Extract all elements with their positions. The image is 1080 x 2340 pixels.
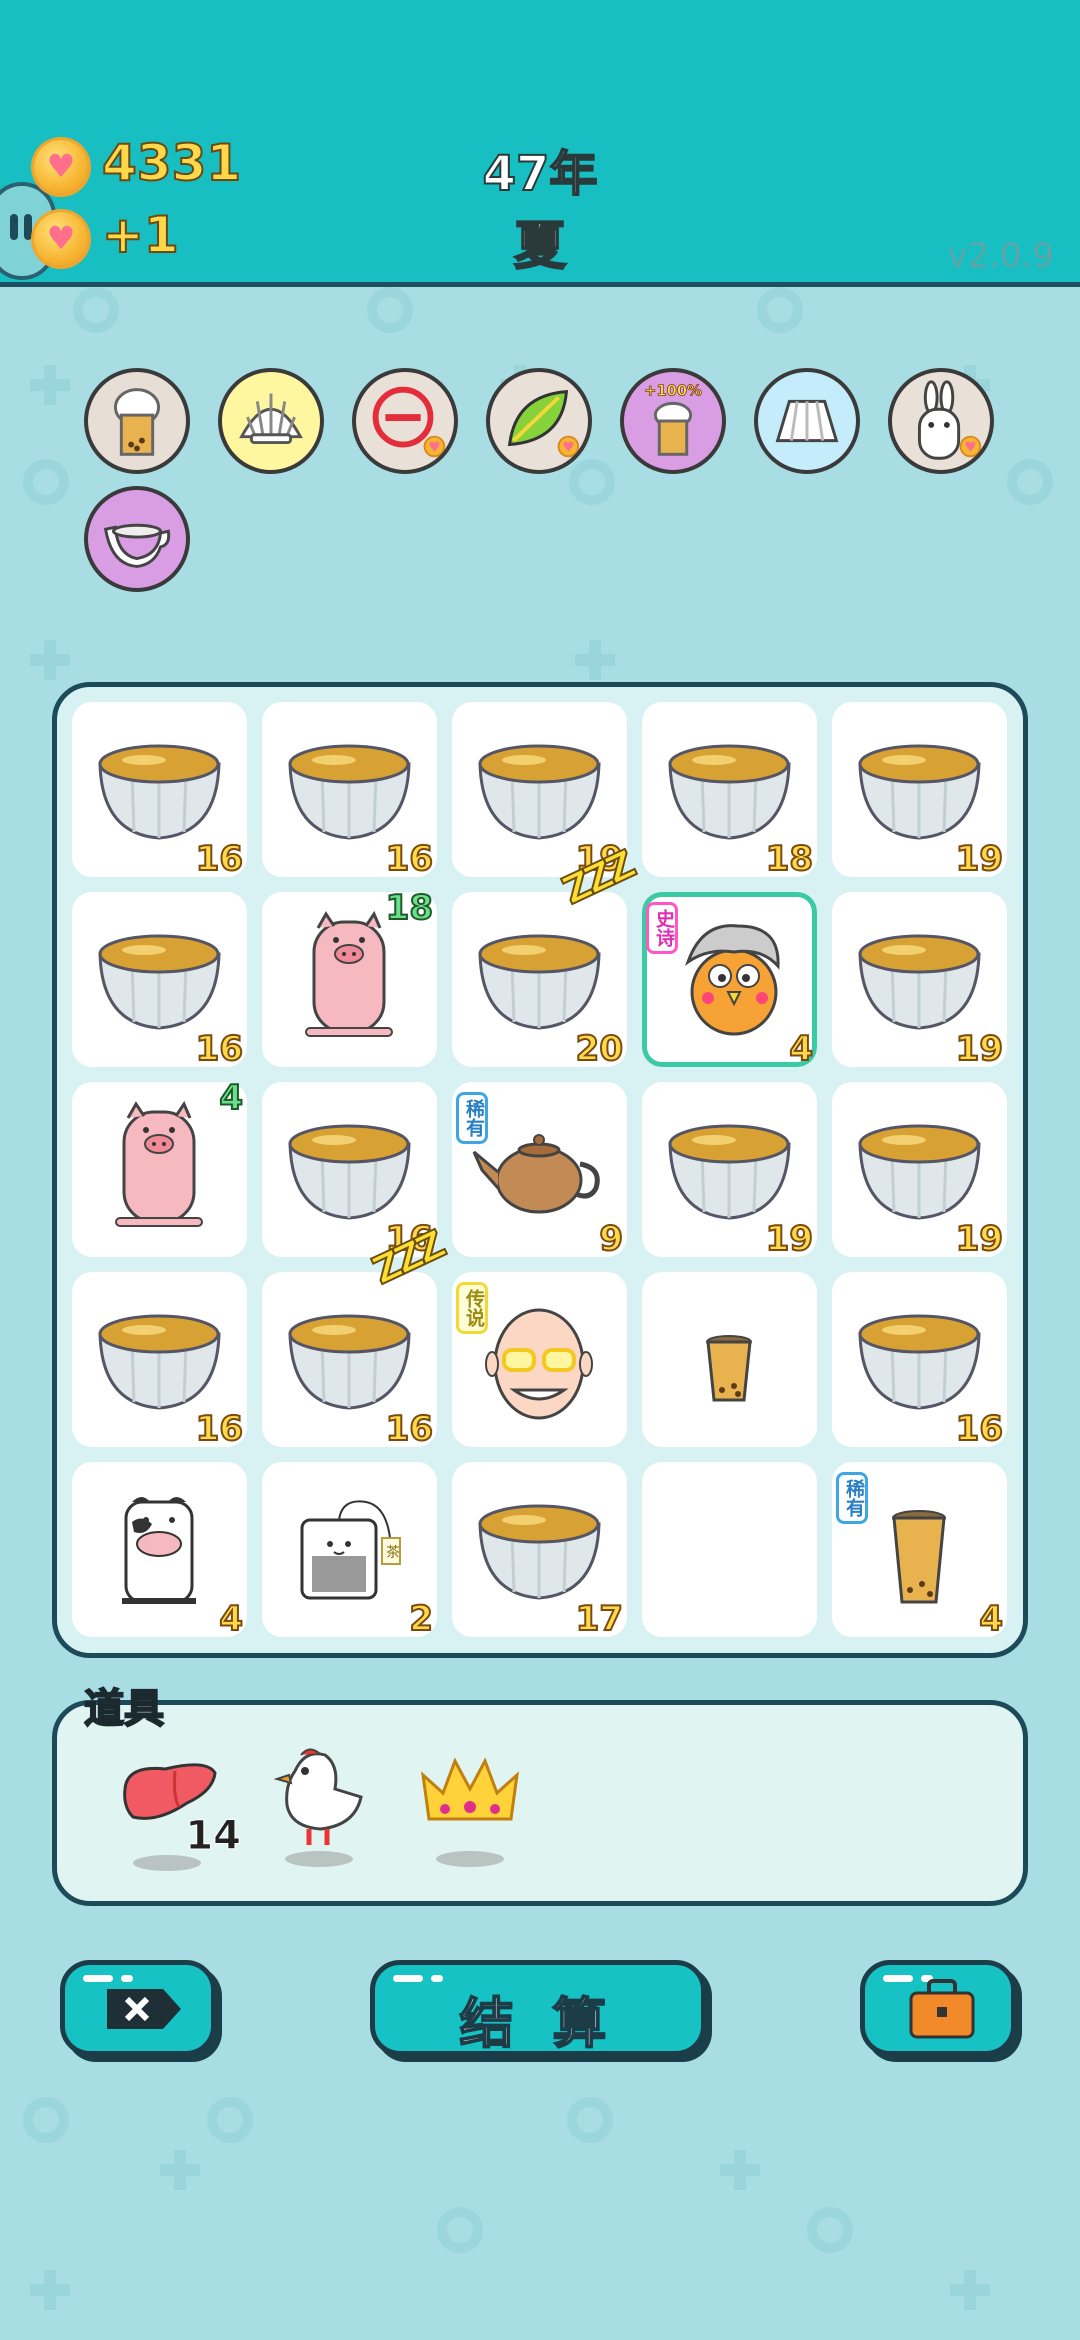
close-icon (107, 1989, 181, 2029)
board-cell[interactable]: 传说 (452, 1272, 627, 1447)
bubble-tea-cup-buff-icon[interactable] (84, 368, 190, 474)
props-title: 道具 (83, 1685, 165, 1733)
top-bar: 4331 +1 47年 夏 v2.0.9 (0, 0, 1080, 287)
board-cell[interactable]: 稀有 4 (832, 1462, 1007, 1640)
rabbit-buff-icon[interactable]: ♥ (888, 368, 994, 474)
cell-value: 18 (385, 887, 434, 929)
close-button[interactable] (60, 1960, 216, 2056)
settle-button[interactable]: 结 算 (370, 1960, 706, 2056)
settle-label: 结 算 (459, 1991, 617, 2056)
board-cell[interactable] (642, 1462, 817, 1637)
board-cell[interactable] (642, 1272, 817, 1447)
svg-text:♥: ♥ (428, 439, 440, 455)
minus-buff-icon[interactable]: ♥ (352, 368, 458, 474)
props-panel: 14 (52, 1700, 1028, 1906)
board-cell[interactable]: 16 (72, 1272, 247, 1450)
board-cell[interactable]: 19 (832, 702, 1007, 880)
board-cell[interactable]: 18 (642, 702, 817, 880)
briefcase-button[interactable] (860, 1960, 1016, 2056)
cell-value: 19 (955, 1218, 1004, 1260)
tea-bag-label: 茶 (386, 1545, 400, 1561)
crown-icon[interactable] (415, 1741, 525, 1871)
briefcase-icon (909, 1979, 975, 2039)
cell-value: 16 (195, 838, 244, 880)
board-cell[interactable]: 16 (832, 1272, 1007, 1450)
cell-value: 4 (218, 1598, 244, 1640)
skirt-buff-icon[interactable] (754, 368, 860, 474)
board-cell[interactable]: 4 (72, 1462, 247, 1640)
board-cell[interactable]: 4 (72, 1077, 247, 1257)
board-cell[interactable]: 16 (72, 892, 247, 1070)
cell-value: 16 (955, 1408, 1004, 1450)
board-cell[interactable]: ZZZ 16 (262, 1222, 450, 1450)
svg-text:♥: ♥ (562, 439, 574, 455)
cell-value: 17 (575, 1598, 624, 1640)
board-cell[interactable]: 19 (642, 1082, 817, 1260)
year-label: 47年 (482, 145, 599, 203)
version-label: v2.0.9 (947, 236, 1054, 276)
leaf-buff-icon[interactable]: ♥ (486, 368, 592, 474)
board-cell[interactable]: 茶2 (262, 1462, 437, 1640)
rarity-tag: 稀有 (836, 1472, 868, 1524)
board-cell[interactable]: 17 (452, 1462, 627, 1640)
cell-value: 9 (598, 1218, 624, 1260)
rarity-tag: 稀有 (456, 1092, 488, 1144)
shell-buff-icon[interactable] (218, 368, 324, 474)
cell-value: 4 (218, 1077, 244, 1119)
boba-cup-small-icon (706, 1335, 752, 1402)
cell-value: 4 (788, 1028, 814, 1070)
cell-value: 2 (408, 1598, 434, 1640)
board-cell[interactable]: 18 (262, 887, 437, 1067)
svg-text:♥: ♥ (964, 439, 976, 455)
white-bird-icon[interactable] (265, 1741, 375, 1871)
board-cell[interactable]: 16 (262, 702, 437, 880)
board-cell[interactable]: 19 (832, 1082, 1007, 1260)
svg-text:+100%: +100% (644, 383, 702, 400)
cell-value: 18 (765, 838, 814, 880)
milk-jug-buff-icon[interactable] (84, 486, 190, 592)
board-cell[interactable]: 16 (72, 702, 247, 880)
cell-value: 16 (195, 1408, 244, 1450)
rarity-tag: 传说 (456, 1282, 488, 1334)
board-cell[interactable]: 稀有 9 (452, 1082, 627, 1260)
liver-count: 14 (185, 1813, 242, 1860)
season-label: 夏 (513, 216, 567, 278)
cell-value: 16 (195, 1028, 244, 1070)
cell-value: 16 (385, 1408, 434, 1450)
board-cell[interactable]: ZZZ 20 (452, 842, 640, 1070)
cell-value: 4 (978, 1598, 1004, 1640)
board-cell[interactable]: 史诗 4 (642, 892, 817, 1070)
game-board: 16 16 19 18 19 16 18 ZZZ 20 史诗 4 19 4 16 稀有 9 19 19 16 ZZZ 1… (52, 682, 1028, 1658)
plus-100-tea-buff-icon[interactable]: +100% (620, 368, 726, 474)
cell-value: 16 (385, 838, 434, 880)
board-cell[interactable]: 19 (832, 892, 1007, 1070)
cell-value: 19 (765, 1218, 814, 1260)
cell-value: 19 (955, 1028, 1004, 1070)
cell-value: 19 (955, 838, 1004, 880)
liver-icon[interactable]: 14 (117, 1745, 241, 1875)
cell-value: 20 (575, 1028, 624, 1070)
rarity-tag: 史诗 (646, 902, 678, 954)
